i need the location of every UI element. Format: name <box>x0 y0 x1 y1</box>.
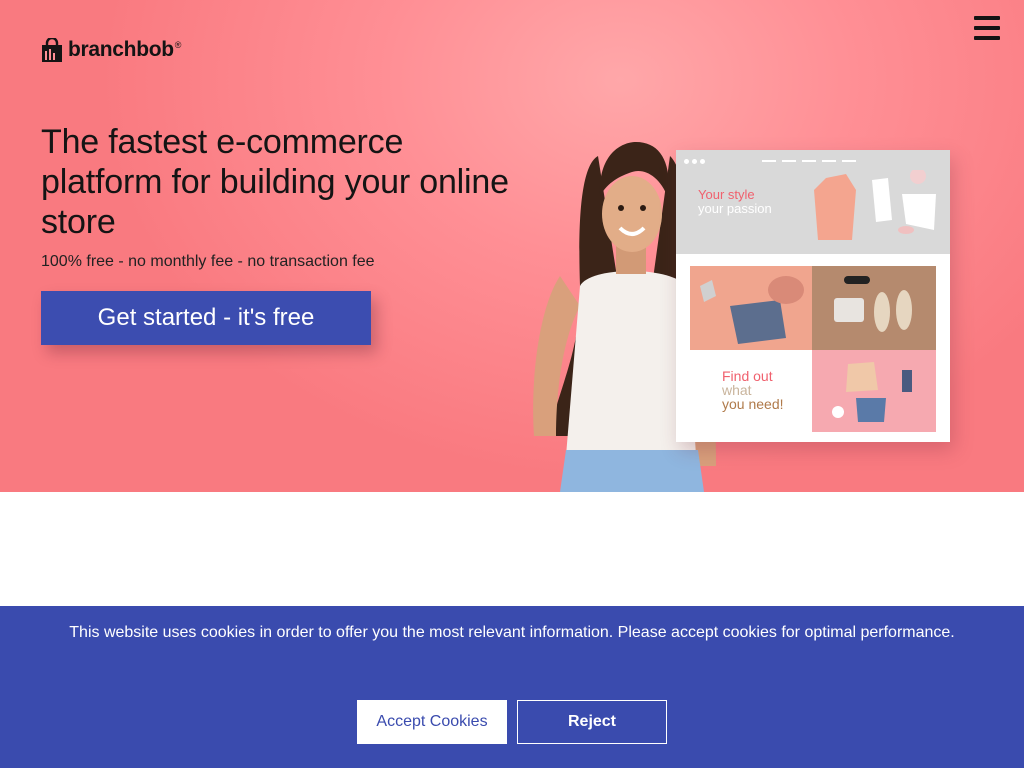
mockup-banner: Your style your passion <box>676 150 950 254</box>
get-started-button[interactable]: Get started - it's free <box>41 291 371 345</box>
hamburger-menu-icon[interactable] <box>972 14 1002 42</box>
shopping-bag-icon <box>42 38 62 62</box>
brand-logo[interactable]: branchbob® <box>41 38 181 62</box>
reject-cookies-button[interactable]: Reject <box>517 700 667 744</box>
content-area <box>0 492 1024 606</box>
mockup-tile-outfit <box>812 350 936 432</box>
bag-icon <box>700 276 804 344</box>
mockup-nav-lines <box>762 160 856 162</box>
mockup-find-line3: you need! <box>722 396 784 412</box>
cookie-message: This website uses cookies in order to of… <box>69 624 955 641</box>
mockup-banner-line1: Your style <box>698 187 755 202</box>
hero-subtitle: 100% free - no monthly fee - no transact… <box>41 253 375 270</box>
mockup-find-line2: what <box>722 382 752 398</box>
logo-wordmark: branchbob® <box>68 38 182 61</box>
cookie-banner: This website uses cookies in order to of… <box>0 606 1024 768</box>
outfit-icon <box>832 362 912 422</box>
registered-mark: ® <box>174 40 182 50</box>
page-title: The fastest e-commerce platform for buil… <box>41 123 509 241</box>
store-mockup: Your style your passion Find out what yo… <box>676 150 950 442</box>
mockup-banner-line2: your passion <box>698 201 772 216</box>
mockup-tile-shoes <box>812 266 936 350</box>
shoes-icon <box>834 276 912 332</box>
browser-dots-icon <box>684 159 705 164</box>
mockup-find-text: Find out what you need! <box>722 369 784 411</box>
hero-section: branchbob® The fastest e-commerce platfo… <box>0 0 1024 492</box>
mockup-tile-accessories <box>690 266 812 350</box>
mockup-find-line1: Find out <box>722 368 773 384</box>
jacket-outfit-icon <box>814 170 936 240</box>
accept-cookies-button[interactable]: Accept Cookies <box>357 700 507 744</box>
